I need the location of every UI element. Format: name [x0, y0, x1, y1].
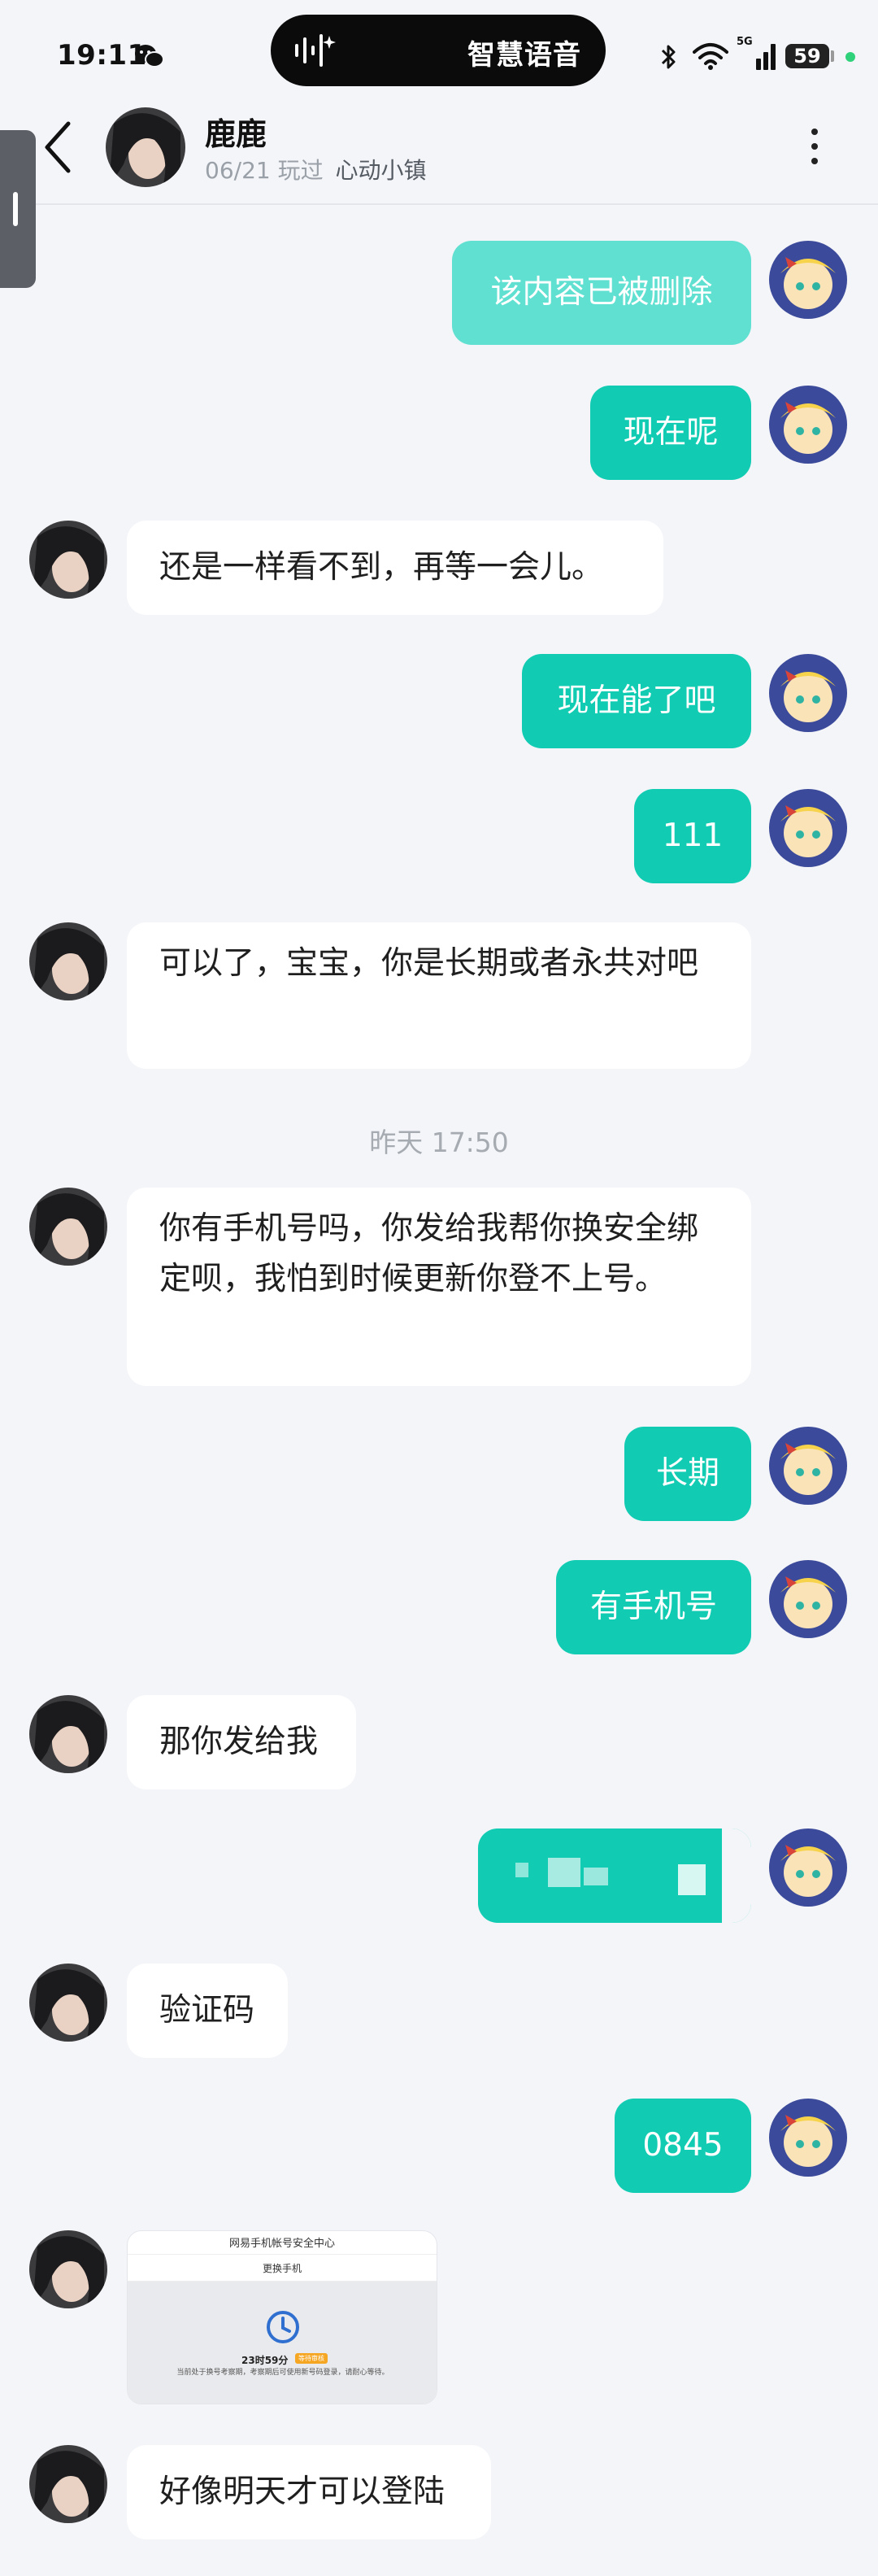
bluetooth-icon: [661, 45, 676, 69]
message-bubble[interactable]: 你有手机号吗，你发给我帮你换安全绑定呗，我怕到时候更新你登不上号。: [127, 1188, 751, 1386]
image-message[interactable]: 网易手机帐号安全中心 更换手机 23时59分 等待审核 当前处于换号考察期，考察…: [127, 2230, 437, 2404]
battery-icon: 59: [785, 44, 829, 68]
chat-header: 鹿鹿 06/21 玩过 心动小镇: [0, 98, 878, 205]
message-bubble[interactable]: 好像明天才可以登陆: [127, 2445, 491, 2539]
redaction-block: [722, 1828, 751, 1923]
status-bar: 19:11 智慧语音 5G 59: [0, 0, 878, 114]
contact-avatar[interactable]: [29, 1964, 107, 2042]
message-bubble[interactable]: 还是一样看不到，再等一会儿。: [127, 521, 663, 615]
contact-avatar[interactable]: [29, 521, 107, 599]
played-game[interactable]: 心动小镇: [336, 157, 427, 184]
message-bubble-redacted[interactable]: [478, 1828, 751, 1923]
contact-avatar[interactable]: [106, 107, 185, 187]
contact-subtitle: 06/21 玩过 心动小镇: [205, 153, 427, 185]
my-avatar[interactable]: [769, 2099, 847, 2177]
message-bubble-deleted[interactable]: 该内容已被删除: [452, 241, 751, 345]
image-subtitle: 更换手机: [128, 2254, 437, 2282]
redaction-block: [584, 1868, 608, 1885]
redaction-block: [548, 1858, 580, 1887]
my-avatar[interactable]: [769, 241, 847, 319]
redaction-block: [515, 1863, 528, 1877]
played-date: 06/21: [205, 157, 271, 184]
voice-wave-icon: [295, 34, 336, 67]
message-bubble[interactable]: 那你发给我: [127, 1695, 356, 1789]
my-avatar[interactable]: [769, 1560, 847, 1638]
contact-avatar[interactable]: [29, 1695, 107, 1773]
message-bubble[interactable]: 有手机号: [556, 1560, 751, 1654]
wifi-icon: [693, 43, 728, 70]
clock-icon: [267, 2311, 299, 2343]
image-note: 当前处于换号考察期，考察期后可使用新号码登录，请耐心等待。: [176, 2369, 389, 2377]
redaction-block: [678, 1864, 706, 1895]
message-bubble[interactable]: 0845: [615, 2099, 751, 2193]
dynamic-island[interactable]: 智慧语音: [271, 15, 606, 86]
more-options-icon[interactable]: [800, 122, 829, 176]
battery-tip: [831, 50, 834, 62]
contact-avatar[interactable]: [29, 2445, 107, 2523]
contact-name: 鹿鹿: [205, 116, 267, 152]
played-label: 玩过: [277, 157, 324, 184]
image-badge: 等待审核: [295, 2353, 328, 2364]
image-timer: 23时59分: [241, 2355, 289, 2366]
contact-avatar[interactable]: [29, 2230, 107, 2308]
wechat-icon: [135, 45, 164, 68]
back-arrow-icon[interactable]: [39, 119, 78, 176]
message-bubble[interactable]: 111: [634, 789, 751, 883]
my-avatar[interactable]: [769, 654, 847, 732]
my-avatar[interactable]: [769, 386, 847, 464]
message-bubble[interactable]: 长期: [624, 1427, 751, 1521]
message-bubble[interactable]: 可以了，宝宝，你是长期或者永共对吧: [127, 922, 751, 1069]
my-avatar[interactable]: [769, 1427, 847, 1505]
message-timestamp: 昨天 17:50: [369, 1127, 509, 1158]
contact-avatar[interactable]: [29, 922, 107, 1000]
message-bubble[interactable]: 现在能了吧: [522, 654, 751, 748]
message-bubble[interactable]: 验证码: [127, 1964, 288, 2058]
my-avatar[interactable]: [769, 1828, 847, 1907]
privacy-indicator-dot: [845, 52, 855, 62]
message-bubble[interactable]: 现在呢: [590, 386, 751, 480]
my-avatar[interactable]: [769, 789, 847, 867]
signal-icon: [756, 44, 776, 70]
image-title: 网易手机帐号安全中心: [228, 2238, 335, 2250]
island-label: 智慧语音: [467, 39, 581, 72]
contact-avatar[interactable]: [29, 1188, 107, 1266]
floating-side-tab[interactable]: [0, 130, 36, 288]
